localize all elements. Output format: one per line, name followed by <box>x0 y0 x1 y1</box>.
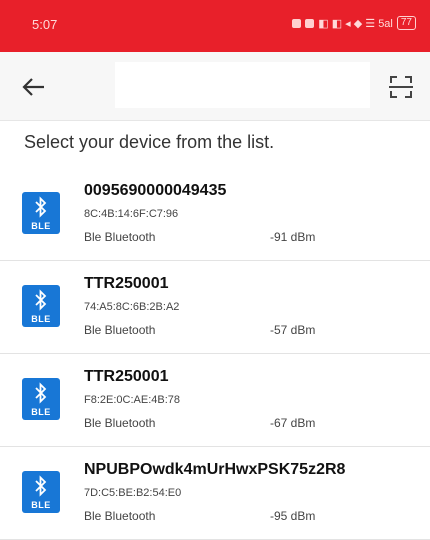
ble-label: BLE <box>31 500 51 510</box>
status-indicators: ◧ ◧ ◂ ◆ ☰ 5al 77 <box>292 16 416 30</box>
app-bar-title-area <box>115 62 370 108</box>
device-type: Ble Bluetooth <box>84 416 156 430</box>
device-mac-address: 74:A5:8C:6B:2B:A2 <box>84 301 180 313</box>
notification-icon <box>292 18 302 28</box>
device-type: Ble Bluetooth <box>84 509 156 523</box>
device-name: TTR250001 <box>84 368 169 385</box>
device-list-item[interactable]: BLE TTR250001 F8:2E:0C:AE:4B:78 Ble Blue… <box>0 354 430 447</box>
device-mac-address: 7D:C5:BE:B2:54:E0 <box>84 487 182 499</box>
device-mac-address: 8C:4B:14:6F:C7:96 <box>84 208 179 220</box>
bluetooth-ble-icon: BLE <box>22 471 60 513</box>
device-signal-strength: -91 dBm <box>270 230 316 244</box>
device-list-item[interactable]: BLE TTR250001 74:A5:8C:6B:2B:A2 Ble Blue… <box>0 261 430 354</box>
device-list: BLE 0095690000049435 8C:4B:14:6F:C7:96 B… <box>0 168 430 540</box>
scan-button[interactable] <box>386 72 416 102</box>
status-bar: 5:07 ◧ ◧ ◂ ◆ ☰ 5al 77 <box>0 0 430 52</box>
device-type: Ble Bluetooth <box>84 323 156 337</box>
status-time: 5:07 <box>32 17 58 32</box>
bluetooth-ble-icon: BLE <box>22 192 60 234</box>
device-signal-strength: -57 dBm <box>270 323 316 337</box>
device-signal-strength: -67 dBm <box>270 416 316 430</box>
device-mac-address: F8:2E:0C:AE:4B:78 <box>84 394 180 406</box>
device-signal-strength: -95 dBm <box>270 509 316 523</box>
device-list-item[interactable]: BLE 0095690000049435 8C:4B:14:6F:C7:96 B… <box>0 168 430 261</box>
device-name: NPUBPOwdk4mUrHwxPSK75z2R8 <box>84 461 346 478</box>
ble-label: BLE <box>31 221 51 231</box>
app-bar <box>0 52 430 121</box>
notification-icon <box>305 18 315 28</box>
instruction-text: Select your device from the list. <box>24 132 275 152</box>
scan-frame-icon <box>389 76 413 98</box>
bluetooth-ble-icon: BLE <box>22 285 60 327</box>
arrow-left-icon <box>22 78 44 96</box>
ble-label: BLE <box>31 407 51 417</box>
device-name: TTR250001 <box>84 275 169 292</box>
status-indicator-text: ◧ ◧ ◂ ◆ ☰ 5al <box>318 17 393 30</box>
device-type: Ble Bluetooth <box>84 230 156 244</box>
device-list-item[interactable]: BLE NPUBPOwdk4mUrHwxPSK75z2R8 7D:C5:BE:B… <box>0 447 430 540</box>
device-name: 0095690000049435 <box>84 182 227 199</box>
battery-icon: 77 <box>396 16 416 30</box>
ble-label: BLE <box>31 314 51 324</box>
bluetooth-ble-icon: BLE <box>22 378 60 420</box>
back-button[interactable] <box>18 72 48 102</box>
